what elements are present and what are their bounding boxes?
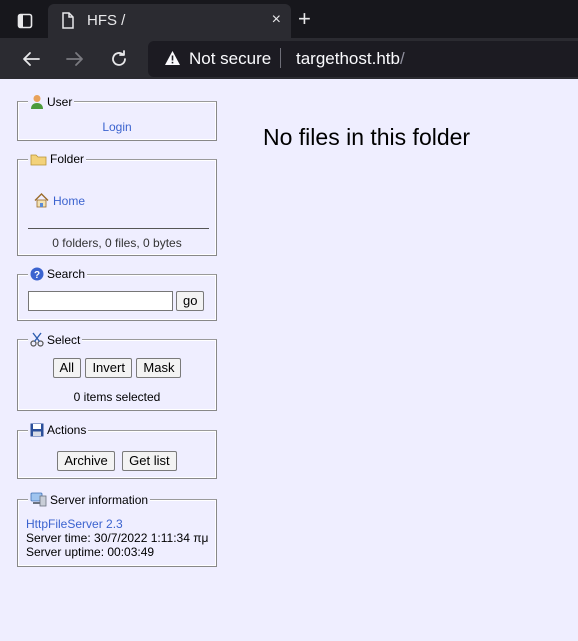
warning-icon[interactable] [164,50,181,71]
tab-bar: HFS / × + [0,0,578,38]
user-panel-title: User [47,95,73,109]
url-path: / [399,49,405,68]
reload-icon [112,50,126,66]
reload-button[interactable] [107,47,131,71]
url-separator [280,48,281,68]
address-bar[interactable]: Not secure targethost.htb/ [148,41,578,77]
actions-panel-legend: Actions [28,423,89,437]
svg-text:?: ? [34,270,40,281]
actions-panel: Actions Archive Get list [17,423,217,479]
page-content: User Login Folder Home 0 folders, 0 file… [0,79,578,641]
select-panel: Select All Invert Mask 0 items selected [17,332,217,411]
actions-panel-title: Actions [47,423,87,437]
forward-button[interactable] [63,47,87,71]
select-panel-title: Select [47,333,81,347]
select-all-button[interactable]: All [52,358,81,378]
server-time: Server time: 30/7/2022 1:11:34 πμ [26,531,209,545]
server-info-panel-legend: Server information [28,492,151,507]
arrow-right-icon [66,52,83,66]
selection-status: 0 items selected [73,390,161,404]
folder-divider [28,228,209,229]
select-invert-button[interactable]: Invert [85,358,132,378]
user-panel: User Login [17,94,217,141]
arrow-left-icon [23,52,40,66]
tab-close-icon[interactable]: × [272,11,281,29]
url-text[interactable]: targethost.htb/ [296,49,405,69]
browser-tab[interactable]: HFS / × [48,4,291,38]
archive-button[interactable]: Archive [57,451,115,471]
software-link[interactable]: HttpFileServer 2.3 [26,517,123,531]
folder-icon [30,154,47,166]
url-host: targethost.htb [296,49,400,68]
scissors-icon [30,332,44,347]
back-button[interactable] [19,47,43,71]
server-uptime: Server uptime: 00:03:49 [26,545,155,559]
security-label[interactable]: Not secure [189,49,271,69]
search-panel: ? Search go [17,267,217,321]
user-panel-legend: User [28,94,75,109]
help-icon: ? [30,267,44,281]
empty-folder-message: No files in this folder [263,124,471,150]
search-panel-legend: ? Search [28,267,88,281]
search-input[interactable] [28,291,173,311]
nav-toolbar: Not secure targethost.htb/ [0,38,578,79]
search-go-button[interactable]: go [176,291,205,311]
home-link[interactable]: Home [53,194,85,208]
get-list-button[interactable]: Get list [122,451,177,471]
server-info-title: Server information [50,493,149,507]
search-panel-title: Search [47,267,86,281]
new-tab-button[interactable]: + [298,6,311,32]
server-info-panel: Server information HttpFileServer 2.3 Se… [17,492,217,567]
server-icon [30,492,47,507]
user-icon [31,95,43,109]
select-panel-legend: Select [28,332,83,347]
home-icon [34,193,49,208]
save-icon [30,423,44,437]
folder-panel-legend: Folder [28,152,87,166]
tab-title: HFS / [87,12,126,29]
document-icon [61,12,75,33]
folder-stats: 0 folders, 0 files, 0 bytes [52,236,182,250]
login-link[interactable]: Login [102,120,131,134]
folder-panel-title: Folder [50,152,85,166]
select-mask-button[interactable]: Mask [136,358,182,378]
folder-panel: Folder Home 0 folders, 0 files, 0 bytes [17,152,217,256]
tab-list-icon[interactable] [15,11,35,31]
